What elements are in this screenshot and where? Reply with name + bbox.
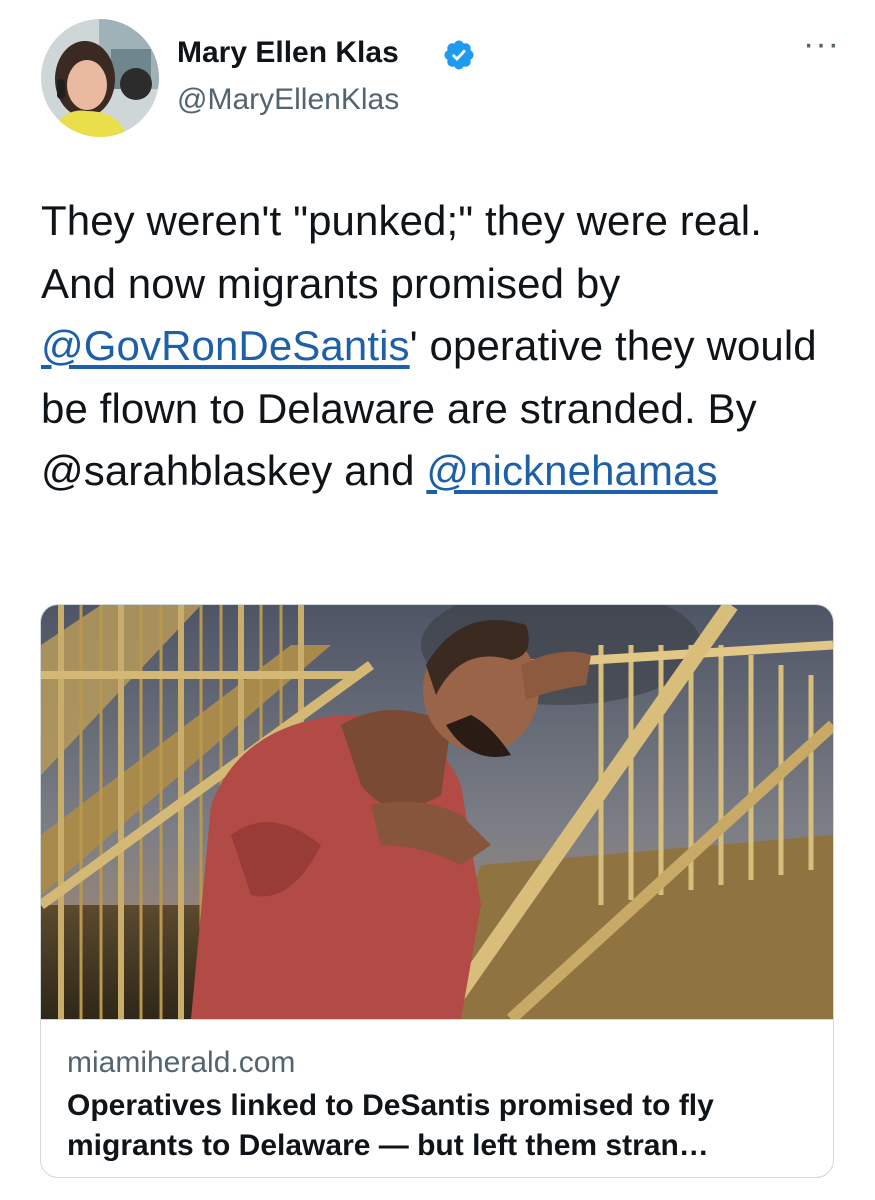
link-card-domain: miamiherald.com (67, 1046, 296, 1079)
link-card-title: Operatives linked to DeSantis promised t… (67, 1086, 812, 1166)
link-card-title-line-2: migrants to Delaware — but left them str… (67, 1129, 709, 1162)
author-display-name[interactable]: Mary Ellen Klas (177, 36, 399, 70)
verified-badge-icon (444, 40, 474, 70)
mention-link-nicknehamas[interactable]: @nicknehamas (426, 447, 717, 494)
more-options-icon[interactable]: ··· (803, 27, 840, 61)
link-preview-card[interactable]: miamiherald.com Operatives linked to DeS… (40, 604, 834, 1178)
author-handle[interactable]: @MaryEllenKlas (177, 83, 399, 117)
author-avatar[interactable] (41, 19, 159, 137)
profile-photo-icon (41, 19, 159, 137)
link-card-title-line-1: Operatives linked to DeSantis promised t… (67, 1089, 714, 1122)
article-photo (41, 605, 833, 1019)
tweet-text-part-1: They weren't "punked;" they were real. A… (41, 197, 762, 307)
mention-link-govrondesantis[interactable]: @GovRonDeSantis (41, 322, 410, 369)
link-card-meta: miamiherald.com Operatives linked to DeS… (41, 1019, 833, 1177)
tweet-text: They weren't "punked;" they were real. A… (41, 190, 841, 503)
